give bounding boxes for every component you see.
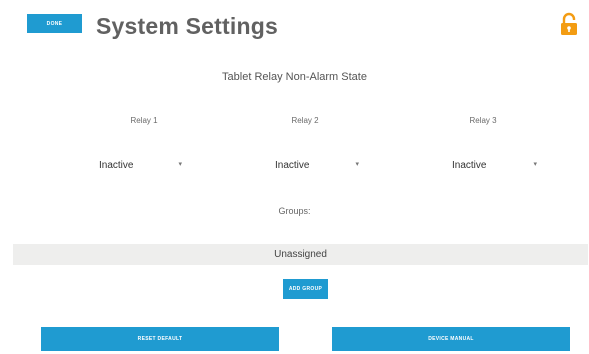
relay-section-heading: Tablet Relay Non-Alarm State xyxy=(222,71,367,83)
page-title: System Settings xyxy=(96,13,278,39)
groups-label: Groups: xyxy=(278,206,311,216)
relay-1-label: Relay 1 xyxy=(130,116,158,125)
relay-2-label: Relay 2 xyxy=(291,116,319,125)
relay-3-value: Inactive xyxy=(452,159,487,171)
relay-3-select[interactable]: Inactive ▾ xyxy=(452,156,537,174)
done-button[interactable]: DONE xyxy=(27,14,82,33)
reset-default-button[interactable]: RESET DEFAULT xyxy=(41,327,279,351)
add-group-button[interactable]: ADD GROUP xyxy=(283,279,328,299)
group-item-unassigned[interactable]: Unassigned xyxy=(13,244,588,265)
relay-1-value: Inactive xyxy=(99,159,134,171)
lock-open-icon[interactable] xyxy=(560,12,578,36)
dropdown-arrow-icon: ▾ xyxy=(533,161,537,168)
dropdown-arrow-icon: ▾ xyxy=(355,161,359,168)
dropdown-arrow-icon: ▾ xyxy=(178,161,182,168)
relay-1-select[interactable]: Inactive ▾ xyxy=(99,156,182,174)
device-manual-button[interactable]: DEVICE MANUAL xyxy=(332,327,570,351)
relay-2-select[interactable]: Inactive ▾ xyxy=(275,156,359,174)
relay-2-value: Inactive xyxy=(275,159,310,171)
relay-3-label: Relay 3 xyxy=(469,116,497,125)
system-settings-page: DONE System Settings Tablet Relay Non-Al… xyxy=(0,0,589,354)
